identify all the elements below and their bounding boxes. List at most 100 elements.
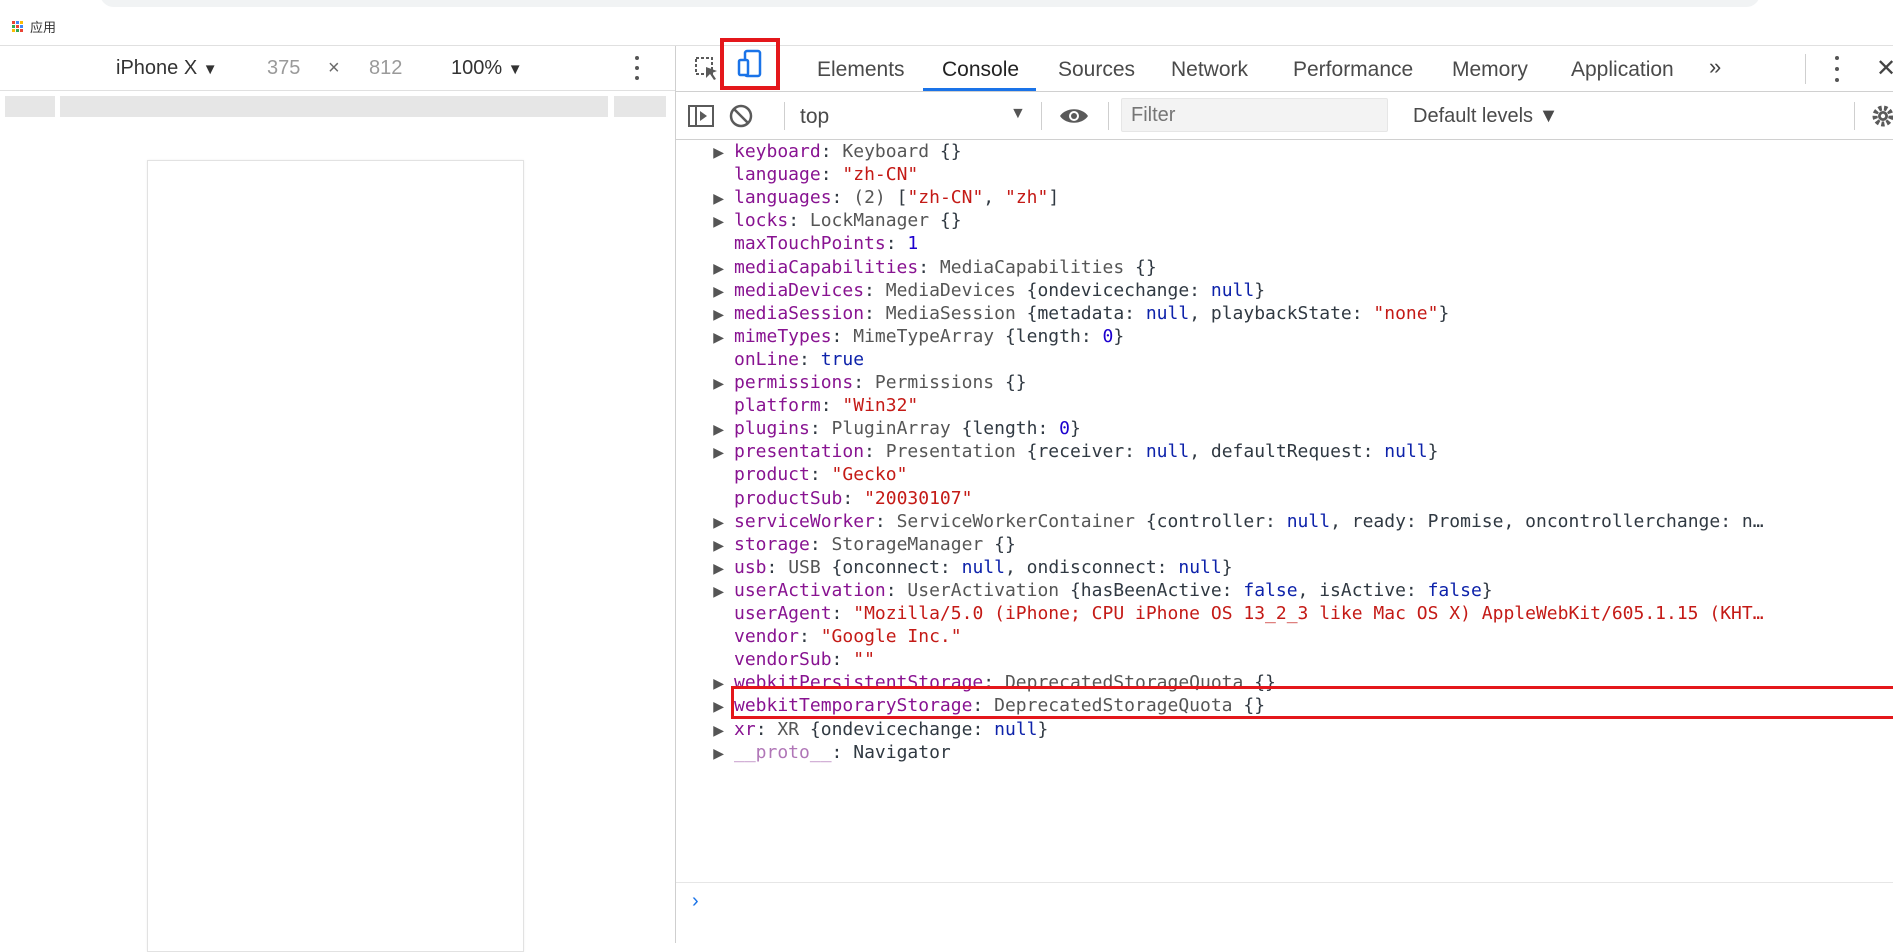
more-tabs-icon[interactable]: » <box>1709 54 1721 80</box>
browser-top-area: 应用 <box>0 0 1893 45</box>
user-agent-highlight <box>731 686 1893 719</box>
property-value: StorageManager {} <box>831 533 1016 555</box>
property-value: true <box>820 348 865 370</box>
property-value: "20030107" <box>864 487 973 509</box>
zoom-value: 100% <box>451 57 503 79</box>
console-property-row[interactable]: ▶ __proto__: Navigator <box>676 739 1871 767</box>
property-key: language <box>734 164 821 186</box>
property-key: serviceWorker <box>734 510 875 532</box>
customize-devtools-icon[interactable] <box>1833 56 1841 82</box>
bookmark-apps[interactable]: 应用 <box>12 17 56 36</box>
property-value: "Google Inc." <box>820 626 962 648</box>
tab-memory[interactable]: Memory <box>1452 58 1528 82</box>
property-value: MimeTypeArray {length: 0} <box>853 325 1125 347</box>
property-key: locks <box>734 210 789 232</box>
tab-network[interactable]: Network <box>1171 58 1248 82</box>
property-key: storage <box>734 533 810 555</box>
device-toolbar: iPhone X ▼ 375 × 812 100% ▼ <box>0 46 675 91</box>
property-key: maxTouchPoints <box>734 233 886 255</box>
ruler-segment[interactable] <box>5 96 55 117</box>
divider <box>1805 54 1806 84</box>
active-tab-indicator <box>923 88 1036 91</box>
console-settings-gear-icon[interactable] <box>1866 99 1893 133</box>
chevron-down-icon: ▼ <box>202 61 218 78</box>
property-key: product <box>734 464 810 486</box>
property-value: UserActivation {hasBeenActive: false, is… <box>907 579 1493 601</box>
times-label: × <box>328 57 340 79</box>
property-value: 1 <box>907 233 919 255</box>
property-key: xr <box>734 718 756 740</box>
chevron-down-icon: ▼ <box>507 61 523 78</box>
console-output: ▶ keyboard: Keyboard {} language: "zh-CN" ▶… <box>676 140 1893 882</box>
device-height-input[interactable]: 812 <box>369 57 402 80</box>
divider <box>1854 102 1855 130</box>
console-toolbar: top ▼ Default levels ▼ <box>676 92 1893 140</box>
property-key: __proto__ <box>734 741 832 763</box>
log-levels-select[interactable]: Default levels ▼ <box>1413 105 1558 128</box>
property-value: MediaCapabilities {} <box>939 256 1157 278</box>
device-model: iPhone X <box>116 57 198 79</box>
chevron-down-icon[interactable]: ▼ <box>1010 105 1026 123</box>
devtools-panel: Elements Console Sources Network Perform… <box>676 38 1893 944</box>
tab-sources[interactable]: Sources <box>1058 58 1135 82</box>
property-key: usb <box>734 556 767 578</box>
property-key: vendorSub <box>734 649 832 671</box>
show-sidebar-icon[interactable] <box>684 99 718 133</box>
property-key: productSub <box>734 487 843 509</box>
live-expression-eye-icon[interactable] <box>1057 99 1091 133</box>
property-key: mimeTypes <box>734 325 832 347</box>
devtools-tab-bar: Elements Console Sources Network Perform… <box>676 38 1893 92</box>
property-key: plugins <box>734 418 810 440</box>
media-query-ruler[interactable] <box>0 91 675 123</box>
filter-input[interactable] <box>1121 98 1388 132</box>
device-select[interactable]: iPhone X ▼ <box>116 57 218 80</box>
device-width-input[interactable]: 375 <box>267 57 300 80</box>
property-value: PluginArray {length: 0} <box>831 418 1081 440</box>
property-key: languages <box>734 187 832 209</box>
tab-performance[interactable]: Performance <box>1293 58 1413 82</box>
toggle-device-toolbar-icon[interactable] <box>720 38 780 90</box>
property-value: LockManager {} <box>809 210 962 232</box>
property-value: "Mozilla/5.0 (iPhone; CPU iPhone OS 13_2… <box>853 603 1764 624</box>
property-key: platform <box>734 395 821 417</box>
property-key: userActivation <box>734 579 886 601</box>
property-value: "Win32" <box>842 395 919 417</box>
property-key: permissions <box>734 372 854 393</box>
property-value: Navigator <box>853 741 951 763</box>
property-value: ServiceWorkerContainer {controller: null… <box>896 510 1764 532</box>
property-value: "" <box>853 649 875 671</box>
tab-console[interactable]: Console <box>942 58 1019 82</box>
apps-grid-icon <box>12 20 24 33</box>
more-options-icon[interactable] <box>632 56 642 80</box>
property-value: Permissions {} <box>874 372 1027 393</box>
ruler-segment[interactable] <box>60 96 608 117</box>
close-devtools-icon[interactable]: ✕ <box>1876 54 1893 83</box>
apps-label: 应用 <box>30 20 57 35</box>
property-value: XR {ondevicechange: null} <box>777 718 1049 740</box>
expand-triangle-icon[interactable]: ▶ <box>710 740 724 767</box>
property-value: "zh-CN" <box>842 164 919 186</box>
divider <box>1108 102 1109 130</box>
property-value: Presentation {receiver: null, defaultReq… <box>885 441 1439 463</box>
property-key: keyboard <box>734 141 821 162</box>
inspect-element-icon[interactable] <box>690 52 724 86</box>
address-bar[interactable] <box>100 0 1760 7</box>
zoom-select[interactable]: 100% ▼ <box>451 57 523 80</box>
tab-application[interactable]: Application <box>1571 58 1674 82</box>
console-prompt[interactable]: › <box>676 882 1893 944</box>
prompt-chevron-icon: › <box>692 890 699 912</box>
property-value: MediaSession {metadata: null, playbackSt… <box>885 302 1450 324</box>
property-key: mediaDevices <box>734 279 865 301</box>
ruler-segment[interactable] <box>614 96 666 117</box>
divider <box>1041 102 1042 130</box>
device-screen[interactable] <box>147 160 524 952</box>
clear-console-icon[interactable] <box>724 99 758 133</box>
property-value: MediaDevices {ondevicechange: null} <box>885 279 1266 301</box>
context-select[interactable]: top <box>800 105 829 129</box>
divider <box>784 102 785 130</box>
property-key: mediaSession <box>734 302 865 324</box>
tab-elements[interactable]: Elements <box>817 58 905 82</box>
property-key: onLine <box>734 348 800 370</box>
property-key: presentation <box>734 441 865 463</box>
property-key: mediaCapabilities <box>734 256 919 278</box>
